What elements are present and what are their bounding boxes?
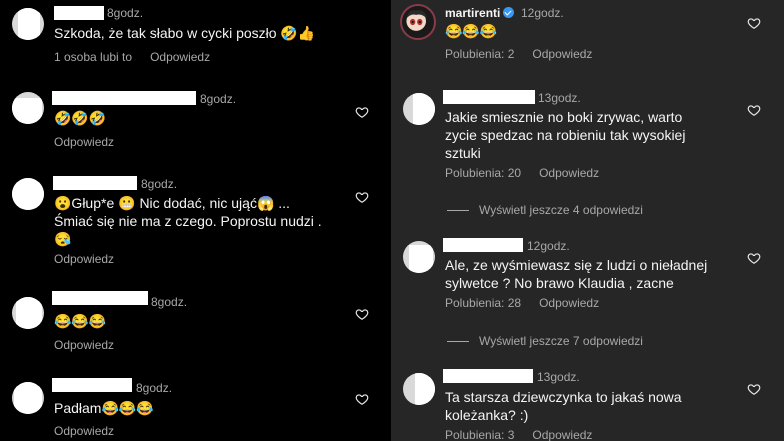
comment-text: Ale, ze wyśmiewasz się z ludzi o nieładn…	[445, 257, 708, 291]
avatar[interactable]	[12, 92, 44, 124]
username-redacted[interactable]	[52, 291, 148, 305]
likes-count[interactable]: 1 osoba lubi to	[54, 50, 132, 64]
divider-line	[447, 341, 469, 343]
comment-time: 12godz.	[521, 6, 564, 20]
comment-text: Padłam😂😂😂	[54, 400, 154, 416]
username-redacted[interactable]	[443, 369, 533, 383]
username-redacted[interactable]	[52, 378, 132, 392]
screenshot: 8godz. Szkoda, że tak słabo w cycki posz…	[0, 0, 784, 441]
comment-time: 8godz.	[200, 92, 237, 106]
comment-meta: Odpowiedz	[54, 135, 132, 149]
comment-meta: Odpowiedz	[54, 424, 132, 438]
divider-line	[447, 210, 469, 212]
comment-text: 🤣🤣🤣	[54, 110, 107, 126]
reply-button[interactable]: Odpowiedz	[539, 296, 599, 310]
comment-meta: Polubienia: 28 Odpowiedz	[445, 296, 617, 310]
comment-time: 8godz.	[107, 6, 144, 20]
avatar[interactable]	[12, 178, 44, 210]
view-more-replies[interactable]: Wyświetl jeszcze 4 odpowiedzi	[447, 203, 643, 217]
likes-count[interactable]: Polubienia: 20	[445, 166, 521, 180]
reply-button[interactable]: Odpowiedz	[532, 428, 592, 441]
avatar[interactable]	[12, 382, 44, 414]
username-redacted[interactable]	[52, 91, 196, 105]
comment-meta: Odpowiedz	[54, 252, 132, 266]
avatar[interactable]	[12, 297, 44, 329]
comment-text: Szkoda, że tak słabo w cycki poszło 🤣👍	[54, 25, 316, 41]
avatar[interactable]	[403, 373, 435, 405]
comment-meta: 1 osoba lubi to Odpowiedz	[54, 50, 228, 64]
avatar[interactable]	[403, 93, 435, 125]
like-heart-icon[interactable]	[747, 382, 761, 396]
comment-time: 13godz.	[538, 91, 581, 105]
comment-text: Jakie smiesznie no boki zrywac, warto zy…	[445, 109, 686, 161]
comment-meta: Polubienia: 3 Odpowiedz	[445, 428, 610, 441]
avatar[interactable]	[12, 8, 44, 40]
comment-text: 😂😂😂	[445, 23, 498, 39]
username-text[interactable]: martirenti	[445, 6, 500, 20]
username-redacted[interactable]	[443, 90, 535, 104]
reply-button[interactable]: Odpowiedz	[54, 424, 114, 438]
username-redacted[interactable]	[53, 176, 137, 190]
view-more-label[interactable]: Wyświetl jeszcze 7 odpowiedzi	[479, 334, 643, 348]
comment-text: 😮Głup*e 😬 Nic dodać, nic ująć😱 ... Śmiać…	[54, 195, 322, 247]
comment-time: 8godz.	[151, 295, 188, 309]
avatar[interactable]	[403, 241, 435, 273]
reply-button[interactable]: Odpowiedz	[54, 252, 114, 266]
username-redacted[interactable]	[443, 238, 523, 252]
reply-button[interactable]: Odpowiedz	[54, 338, 114, 352]
like-heart-icon[interactable]	[747, 16, 761, 30]
like-heart-icon[interactable]	[355, 105, 369, 119]
reply-button[interactable]: Odpowiedz	[54, 135, 114, 149]
reply-button[interactable]: Odpowiedz	[150, 50, 210, 64]
comment-time: 12godz.	[527, 239, 570, 253]
comment-time: 8godz.	[141, 177, 178, 191]
like-heart-icon[interactable]	[355, 190, 369, 204]
like-heart-icon[interactable]	[355, 392, 369, 406]
view-more-label[interactable]: Wyświetl jeszcze 4 odpowiedzi	[479, 203, 643, 217]
like-heart-icon[interactable]	[355, 307, 369, 321]
username-redacted[interactable]	[54, 6, 104, 20]
reply-button[interactable]: Odpowiedz	[539, 166, 599, 180]
reply-button[interactable]: Odpowiedz	[532, 47, 592, 61]
right-comments-panel: martirenti 12godz. 😂😂😂 Polubienia: 2 Odpo…	[391, 0, 784, 441]
comment-time: 13godz.	[537, 370, 580, 384]
verified-badge-icon	[503, 7, 515, 18]
comment-time: 8godz.	[136, 381, 173, 395]
comment-meta: Odpowiedz	[54, 338, 132, 352]
like-heart-icon[interactable]	[747, 251, 761, 265]
comment-text: Ta starsza dziewczynka to jakaś nowa kol…	[445, 389, 682, 423]
like-heart-icon[interactable]	[747, 103, 761, 117]
view-more-replies[interactable]: Wyświetl jeszcze 7 odpowiedzi	[447, 334, 643, 348]
comment-meta: Polubienia: 2 Odpowiedz	[445, 47, 610, 61]
likes-count[interactable]: Polubienia: 28	[445, 296, 521, 310]
avatar[interactable]	[400, 4, 436, 40]
cartoon-avatar-icon	[406, 10, 427, 31]
username[interactable]: martirenti	[445, 6, 515, 20]
comment-text: 😂😂😂	[54, 313, 107, 329]
left-comments-panel: 8godz. Szkoda, że tak słabo w cycki posz…	[0, 0, 391, 441]
likes-count[interactable]: Polubienia: 3	[445, 428, 514, 441]
comment-meta: Polubienia: 20 Odpowiedz	[445, 166, 617, 180]
likes-count[interactable]: Polubienia: 2	[445, 47, 514, 61]
